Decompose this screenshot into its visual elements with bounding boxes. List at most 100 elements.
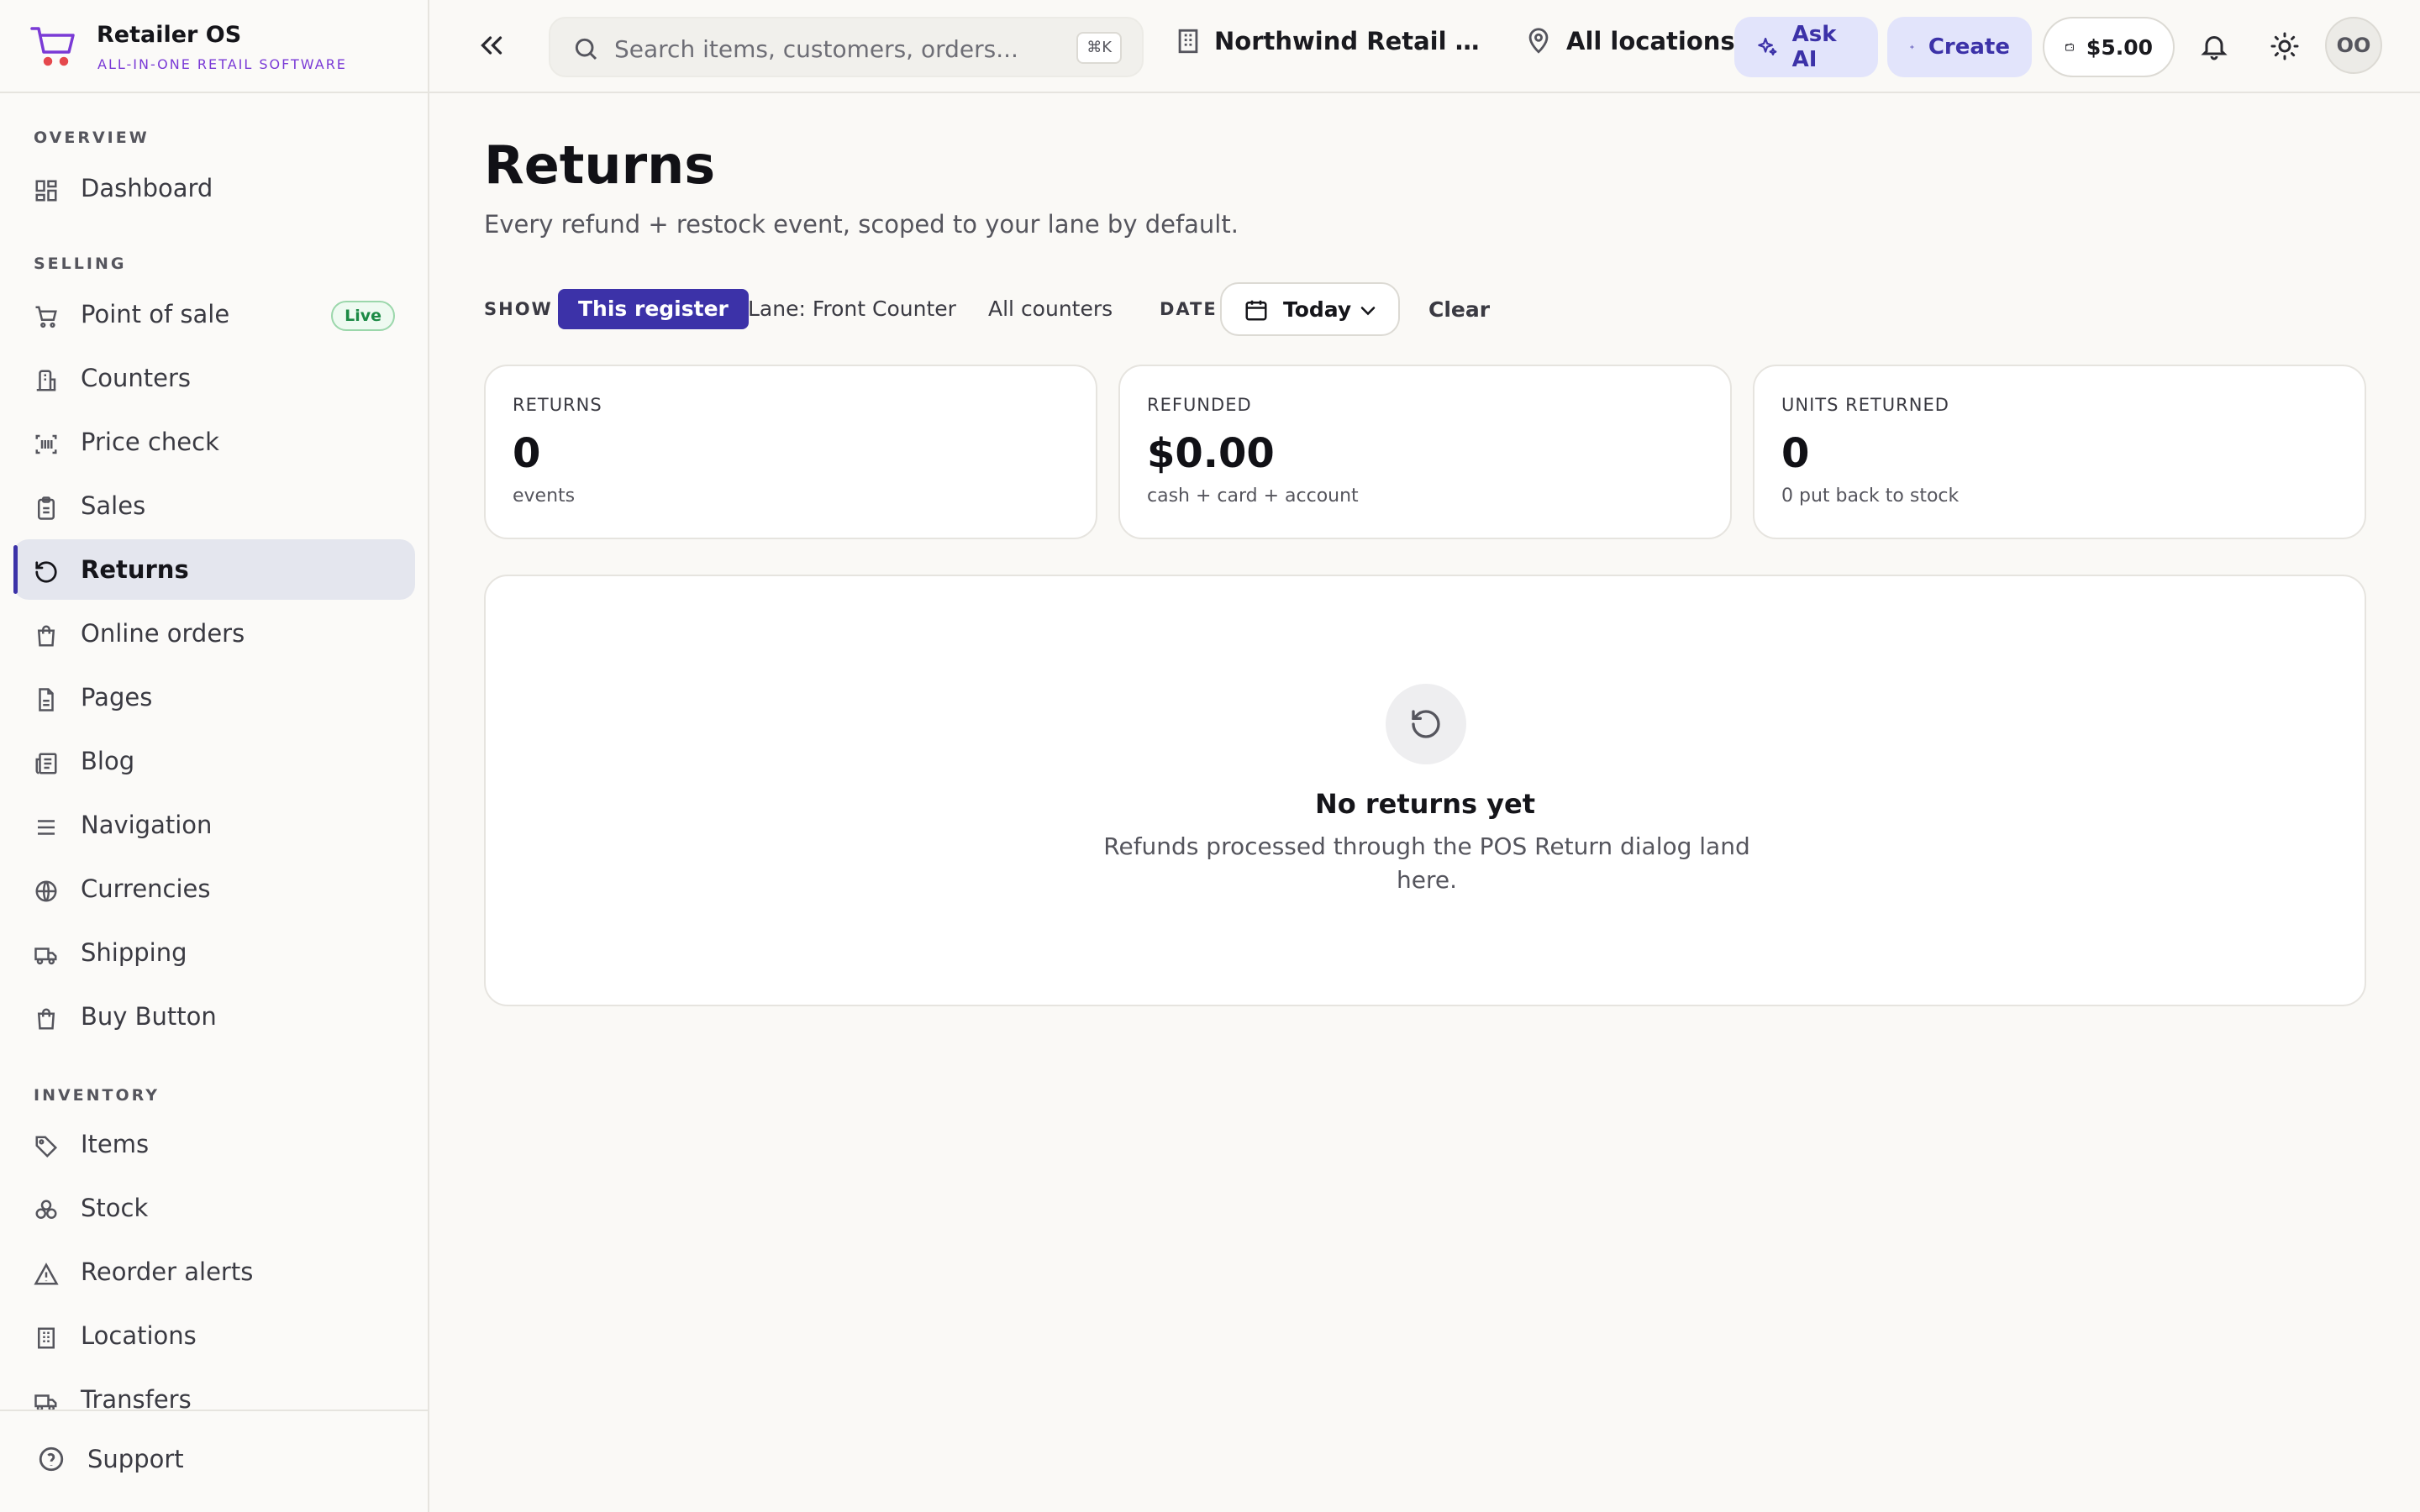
boxes-icon: [35, 1200, 57, 1219]
sidebar-item-navigation[interactable]: Navigation: [13, 795, 415, 855]
brand-name: Retailer OS: [97, 22, 242, 48]
ask-ai-button[interactable]: Ask AI: [1734, 17, 1878, 77]
filter-this-register[interactable]: This register: [558, 289, 749, 329]
sidebar-item-label: Sales: [81, 491, 146, 520]
stat-label: UNITS RETURNED: [1781, 395, 1949, 415]
sidebar-item-sales[interactable]: Sales: [13, 475, 415, 536]
sidebar-item-label: Price check: [81, 428, 219, 456]
sun-icon[interactable]: [2270, 31, 2300, 61]
sidebar-item-label: Items: [81, 1130, 150, 1158]
sidebar-item-label: Stock: [81, 1194, 149, 1222]
filter-bar: SHOW This register Lane: Front Counter A…: [484, 282, 1576, 336]
stat-caption: 0 put back to stock: [1781, 486, 1960, 507]
collapse-sidebar-icon[interactable]: [476, 30, 507, 60]
truck-icon: [34, 1394, 57, 1410]
page-title: Returns: [484, 134, 716, 196]
newspaper-icon: [35, 753, 57, 774]
stat-card-units-returned: UNITS RETURNED 0 0 put back to stock: [1753, 365, 2366, 539]
sidebar-item-label: Navigation: [81, 811, 213, 839]
sidebar-item-blog[interactable]: Blog: [13, 731, 415, 791]
create-label: Create: [1928, 34, 2010, 60]
store-switcher[interactable]: Northwind Retail (Demo): [1174, 27, 1483, 55]
filter-lane-front-counter[interactable]: Lane: Front Counter: [728, 289, 976, 329]
sidebar-item-reorder-alerts[interactable]: Reorder alerts: [13, 1242, 415, 1302]
sidebar-item-pages[interactable]: Pages: [13, 667, 415, 727]
brand[interactable]: Retailer OS ALL-IN-ONE RETAIL SOFTWARE: [0, 0, 428, 93]
clear-filters-button[interactable]: Clear: [1428, 297, 1490, 322]
building-icon: [1178, 29, 1198, 54]
bell-icon[interactable]: [2199, 31, 2229, 61]
create-button[interactable]: Create: [1887, 17, 2032, 77]
tag-icon: [35, 1136, 58, 1158]
sidebar-item-shipping[interactable]: Shipping: [13, 922, 415, 983]
sidebar-item-counters[interactable]: Counters: [13, 348, 415, 408]
location-switcher[interactable]: All locations: [1524, 27, 1735, 55]
section-label-inventory: INVENTORY: [34, 1086, 160, 1105]
stat-value: 0: [1781, 430, 1810, 477]
sidebar-item-buy-button[interactable]: Buy Button: [13, 986, 415, 1047]
date-label: DATE: [1160, 299, 1218, 319]
live-badge: Live: [331, 301, 395, 331]
location-label: All locations: [1566, 27, 1735, 55]
sidebar-item-label: Shipping: [81, 938, 187, 967]
sidebar-item-dashboard[interactable]: Dashboard: [13, 158, 415, 218]
global-search[interactable]: Search items, customers, orders... ⌘K: [549, 17, 1144, 77]
filter-all-counters[interactable]: All counters: [968, 289, 1133, 329]
sidebar-item-label: Online orders: [81, 619, 245, 648]
chevron-down-icon: [1360, 307, 1376, 316]
stat-label: REFUNDED: [1147, 395, 1252, 415]
shopping-bag-icon: [37, 625, 55, 647]
sidebar-item-locations[interactable]: Locations: [13, 1305, 415, 1366]
stat-value: $0.00: [1147, 430, 1275, 477]
stat-card-returns: RETURNS 0 events: [484, 365, 1097, 539]
cart-logo-icon: [30, 27, 75, 66]
ask-ai-label: Ask AI: [1791, 22, 1837, 72]
truck-icon: [34, 948, 57, 965]
user-avatar[interactable]: OO: [2325, 17, 2382, 74]
sidebar-item-point-of-sale[interactable]: Point of sale Live: [13, 284, 415, 344]
sidebar-item-label: Buy Button: [81, 1002, 217, 1031]
stat-card-refunded: REFUNDED $0.00 cash + card + account: [1118, 365, 1732, 539]
brand-tagline: ALL-IN-ONE RETAIL SOFTWARE: [97, 56, 347, 72]
sidebar: Retailer OS ALL-IN-ONE RETAIL SOFTWARE O…: [0, 0, 429, 1512]
empty-state-icon-wrap: [1386, 684, 1466, 764]
wallet-balance-button[interactable]: $5.00: [2043, 17, 2175, 77]
sidebar-item-label: Point of sale: [81, 300, 230, 328]
wallet-icon: [2065, 43, 2074, 51]
barcode-icon: [35, 434, 57, 454]
sidebar-item-price-check[interactable]: Price check: [13, 412, 415, 472]
stat-caption: events: [513, 486, 576, 507]
sidebar-item-returns[interactable]: Returns: [13, 539, 415, 600]
cart-icon: [35, 306, 57, 328]
section-label-overview: OVERVIEW: [34, 129, 150, 147]
rotate-ccw-icon: [35, 561, 57, 583]
date-picker-button[interactable]: Today: [1220, 282, 1400, 336]
wallet-balance: $5.00: [2086, 34, 2153, 60]
stat-label: RETURNS: [513, 395, 602, 415]
sidebar-item-label: Counters: [81, 364, 191, 392]
alert-triangle-icon: [34, 1263, 59, 1285]
map-pin-icon: [1528, 28, 1549, 54]
calendar-icon: [1245, 300, 1267, 321]
sidebar-item-label: Returns: [81, 555, 189, 584]
support-link[interactable]: Support: [37, 1445, 184, 1473]
counter-icon: [36, 370, 56, 391]
search-shortcut: ⌘K: [1076, 32, 1122, 64]
sidebar-item-currencies[interactable]: Currencies: [13, 858, 415, 919]
sidebar-item-transfers[interactable]: Transfers: [13, 1369, 415, 1410]
sidebar-nav[interactable]: OVERVIEW Dashboard SELLING Point of sale…: [0, 95, 428, 1410]
globe-icon: [35, 880, 57, 902]
sidebar-item-stock[interactable]: Stock: [13, 1178, 415, 1238]
section-label-selling: SELLING: [34, 255, 127, 273]
sidebar-item-label: Blog: [81, 747, 135, 775]
stat-value: 0: [513, 430, 541, 477]
app-root: Retailer OS ALL-IN-ONE RETAIL SOFTWARE O…: [0, 0, 2420, 1512]
empty-state-title: No returns yet: [1314, 788, 1536, 820]
clipboard-icon: [38, 496, 55, 520]
file-icon: [39, 688, 54, 711]
sidebar-item-items[interactable]: Items: [13, 1114, 415, 1174]
search-input[interactable]: Search items, customers, orders...: [614, 35, 1018, 63]
sidebar-item-online-orders[interactable]: Online orders: [13, 603, 415, 664]
empty-state-description: Refunds processed through the POS Return…: [1103, 832, 1750, 894]
store-name: Northwind Retail (Demo): [1214, 27, 1483, 55]
